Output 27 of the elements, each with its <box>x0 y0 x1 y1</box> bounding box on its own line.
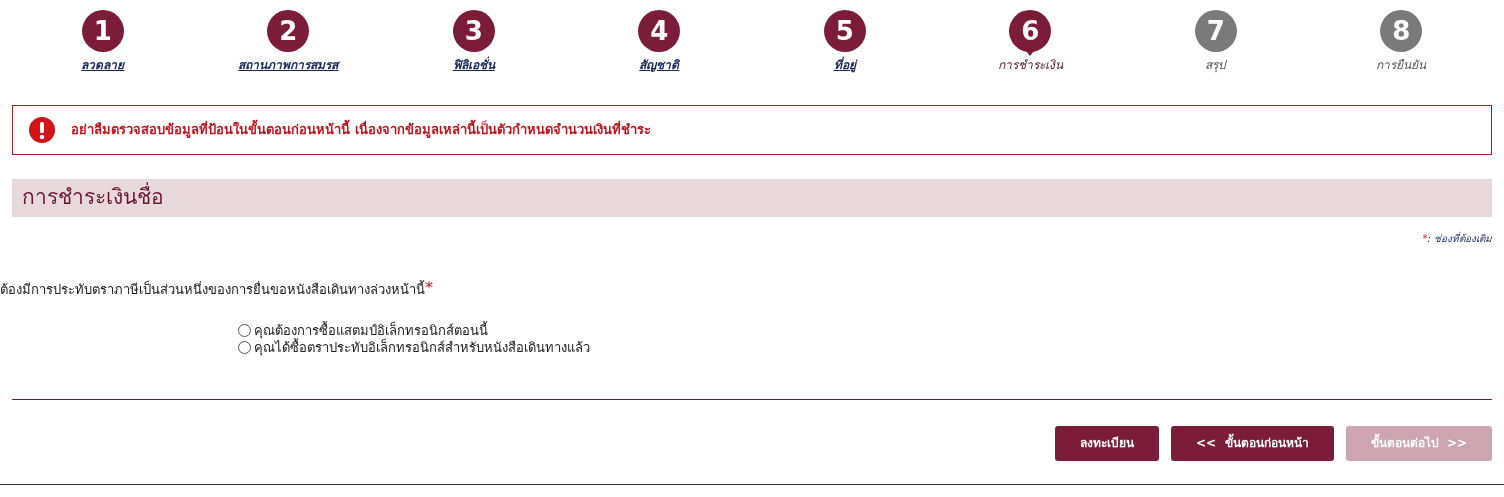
step-number[interactable]: 4 <box>638 10 681 52</box>
section-title: การชำระเงินชื่อ <box>22 182 164 214</box>
step-label: สรุป <box>1205 57 1227 74</box>
option-label[interactable]: คุณได้ซื้อตราประทับอิเล็กทรอนิกส์สำหรับหนังสือเดินทางแล้ว <box>254 338 590 356</box>
radio-button[interactable] <box>238 340 251 354</box>
step-number[interactable]: 1 <box>81 10 124 52</box>
required-asterisk: * <box>425 280 433 296</box>
step-number[interactable]: 2 <box>267 10 310 52</box>
alert-message: อย่าลืมตรวจสอบข้อมูลที่ป้อนในขั้นตอนก่อนหน้านี้ เนื่องจากข้อมูลเหล่านี้เป็นตัวกำหนดจำนวนเงินที่ชำระ <box>71 120 651 140</box>
step-label: การชำระเงิน <box>997 57 1063 74</box>
step-label[interactable]: ที่อยู่ <box>833 56 856 74</box>
step-number: 8 <box>1380 10 1423 52</box>
step-number: 7 <box>1194 10 1237 52</box>
step-label[interactable]: ลวดลาย <box>81 56 125 74</box>
step-label: การยืนยัน <box>1376 57 1427 74</box>
required-note: : ช่องที่ต้องเติม <box>1427 231 1492 246</box>
step-number[interactable]: 5 <box>823 10 866 52</box>
step-label[interactable]: สัญชาติ <box>639 56 680 74</box>
radio-button[interactable] <box>238 323 251 337</box>
error-icon <box>29 117 55 143</box>
step-number[interactable]: 3 <box>452 10 495 52</box>
form-button[interactable]: << ขั้นตอนก่อนหน้า <box>1171 425 1334 461</box>
step-label[interactable]: สถานภาพการสมรส <box>238 56 339 74</box>
question-label: ต้องมีการประทับตราภาษีเป็นส่วนหนึ่งของการยื่นขอหนังสือเดินทางล่วงหน้านี้ <box>0 280 425 299</box>
step-label[interactable]: ฟิลิเอชั่น <box>452 56 495 74</box>
option-label[interactable]: คุณต้องการซื้อแสตมป์อิเล็กทรอนิกส์ตอนนี้ <box>254 321 488 339</box>
form-button[interactable]: ลงทะเบียน <box>1055 425 1160 461</box>
